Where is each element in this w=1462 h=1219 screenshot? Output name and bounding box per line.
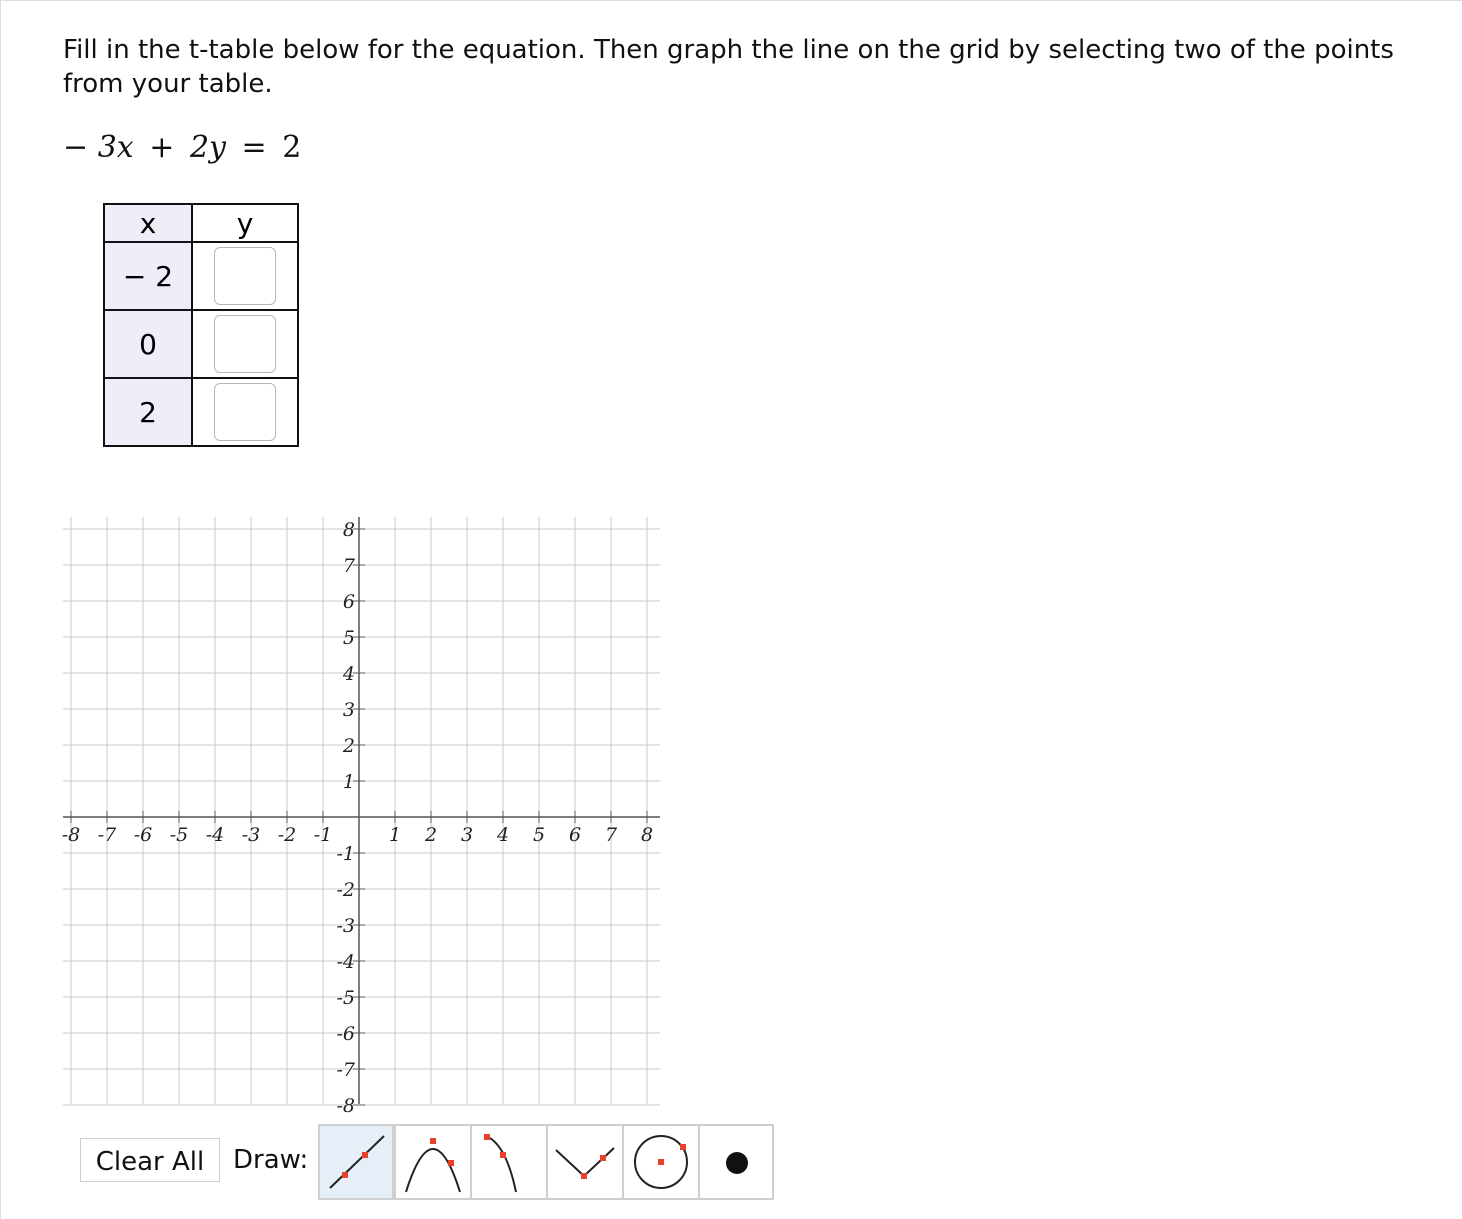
y-axis-label: 5 (343, 627, 355, 649)
tool-separator (698, 1126, 700, 1198)
y-axis-label: 3 (343, 699, 355, 721)
y-axis-label: -8 (336, 1095, 355, 1117)
x-axis-label: -8 (62, 824, 81, 846)
coordinate-grid[interactable]: -8 -7 -6 -5 -4 -3 -2 -1 1 2 3 4 5 6 7 8 8 7 6 5 4 3 2 1 -1 -2 -3 -4… (0, 500, 700, 1125)
x-axis-label: 7 (605, 824, 618, 846)
y-value-cell (191, 377, 299, 447)
equation: − 3x + 2y = 2 (63, 128, 301, 168)
question-instructions: Fill in the t-table below for the equati… (63, 35, 1394, 99)
draw-tools (318, 1124, 774, 1200)
x-column-header: x (103, 203, 193, 243)
top-divider (0, 0, 1462, 1)
equation-minus: − (63, 130, 89, 165)
x-axis-label: -4 (206, 824, 225, 846)
equation-equals: = (241, 130, 267, 165)
equation-term1: 3x (97, 130, 134, 165)
y-answer-input-1[interactable] (214, 247, 276, 305)
clear-all-button[interactable]: Clear All (80, 1138, 220, 1182)
point-tool-button[interactable] (700, 1126, 774, 1198)
y-axis-label: 4 (342, 663, 355, 685)
y-axis-label: -3 (336, 915, 355, 937)
y-axis-label: -1 (336, 843, 355, 865)
square-root-tool-icon (484, 1134, 517, 1193)
parabola-tool-icon (405, 1138, 461, 1193)
x-axis-label: 3 (461, 824, 473, 846)
x-axis-label: -2 (278, 824, 297, 846)
x-axis-label: 2 (424, 824, 437, 846)
t-table-header-row: x y (103, 203, 299, 243)
absolute-value-tool-button[interactable] (548, 1126, 622, 1198)
x-axis-label: -7 (98, 824, 117, 846)
tool-separator (394, 1126, 396, 1198)
table-row: − 2 (103, 241, 299, 311)
x-value-cell: − 2 (103, 241, 193, 311)
t-table: x y − 2 0 2 (103, 203, 299, 447)
y-axis-label: 8 (343, 519, 355, 541)
x-axis-label: 1 (389, 824, 401, 846)
equation-rhs: 2 (282, 130, 302, 165)
tool-separator (470, 1126, 472, 1198)
y-axis-label: -5 (336, 987, 355, 1009)
circle-tool-button[interactable] (624, 1126, 698, 1198)
equation-plus: + (149, 130, 175, 165)
x-axis-label: -5 (170, 824, 189, 846)
tool-separator (622, 1126, 624, 1198)
tool-separator (546, 1126, 548, 1198)
y-axis-label: -4 (336, 951, 355, 973)
x-axis-label: 6 (569, 824, 581, 846)
x-value-cell: 0 (103, 309, 193, 379)
x-axis-label: 4 (496, 824, 509, 846)
line-tool-button[interactable] (320, 1126, 394, 1198)
y-axis-label: 6 (343, 591, 355, 613)
y-axis-label: 2 (342, 735, 355, 757)
y-axis-label: -2 (336, 879, 355, 901)
equation-term2: 2y (189, 130, 226, 165)
parabola-tool-button[interactable] (396, 1126, 470, 1198)
x-axis-label: -6 (134, 824, 153, 846)
y-axis-label: -6 (336, 1023, 355, 1045)
y-value-cell (191, 309, 299, 379)
table-row: 2 (103, 377, 299, 447)
y-axis-label: -7 (336, 1059, 355, 1081)
y-axis-label: 1 (343, 771, 355, 793)
table-row: 0 (103, 309, 299, 379)
x-axis-label: -3 (242, 824, 261, 846)
y-answer-input-3[interactable] (214, 383, 276, 441)
x-axis-label: -1 (314, 824, 333, 846)
absolute-value-tool-icon (555, 1147, 615, 1179)
y-value-cell (191, 241, 299, 311)
line-tool-icon (329, 1135, 385, 1189)
x-axis-label: 8 (641, 824, 653, 846)
x-axis-label: 5 (533, 824, 545, 846)
y-column-header: y (191, 203, 299, 243)
y-axis-label: 7 (343, 555, 356, 577)
square-root-tool-button[interactable] (472, 1126, 546, 1198)
draw-label: Draw: (233, 1145, 309, 1175)
x-value-cell: 2 (103, 377, 193, 447)
y-answer-input-2[interactable] (214, 315, 276, 373)
circle-tool-icon (634, 1135, 688, 1189)
point-tool-icon (726, 1152, 748, 1174)
